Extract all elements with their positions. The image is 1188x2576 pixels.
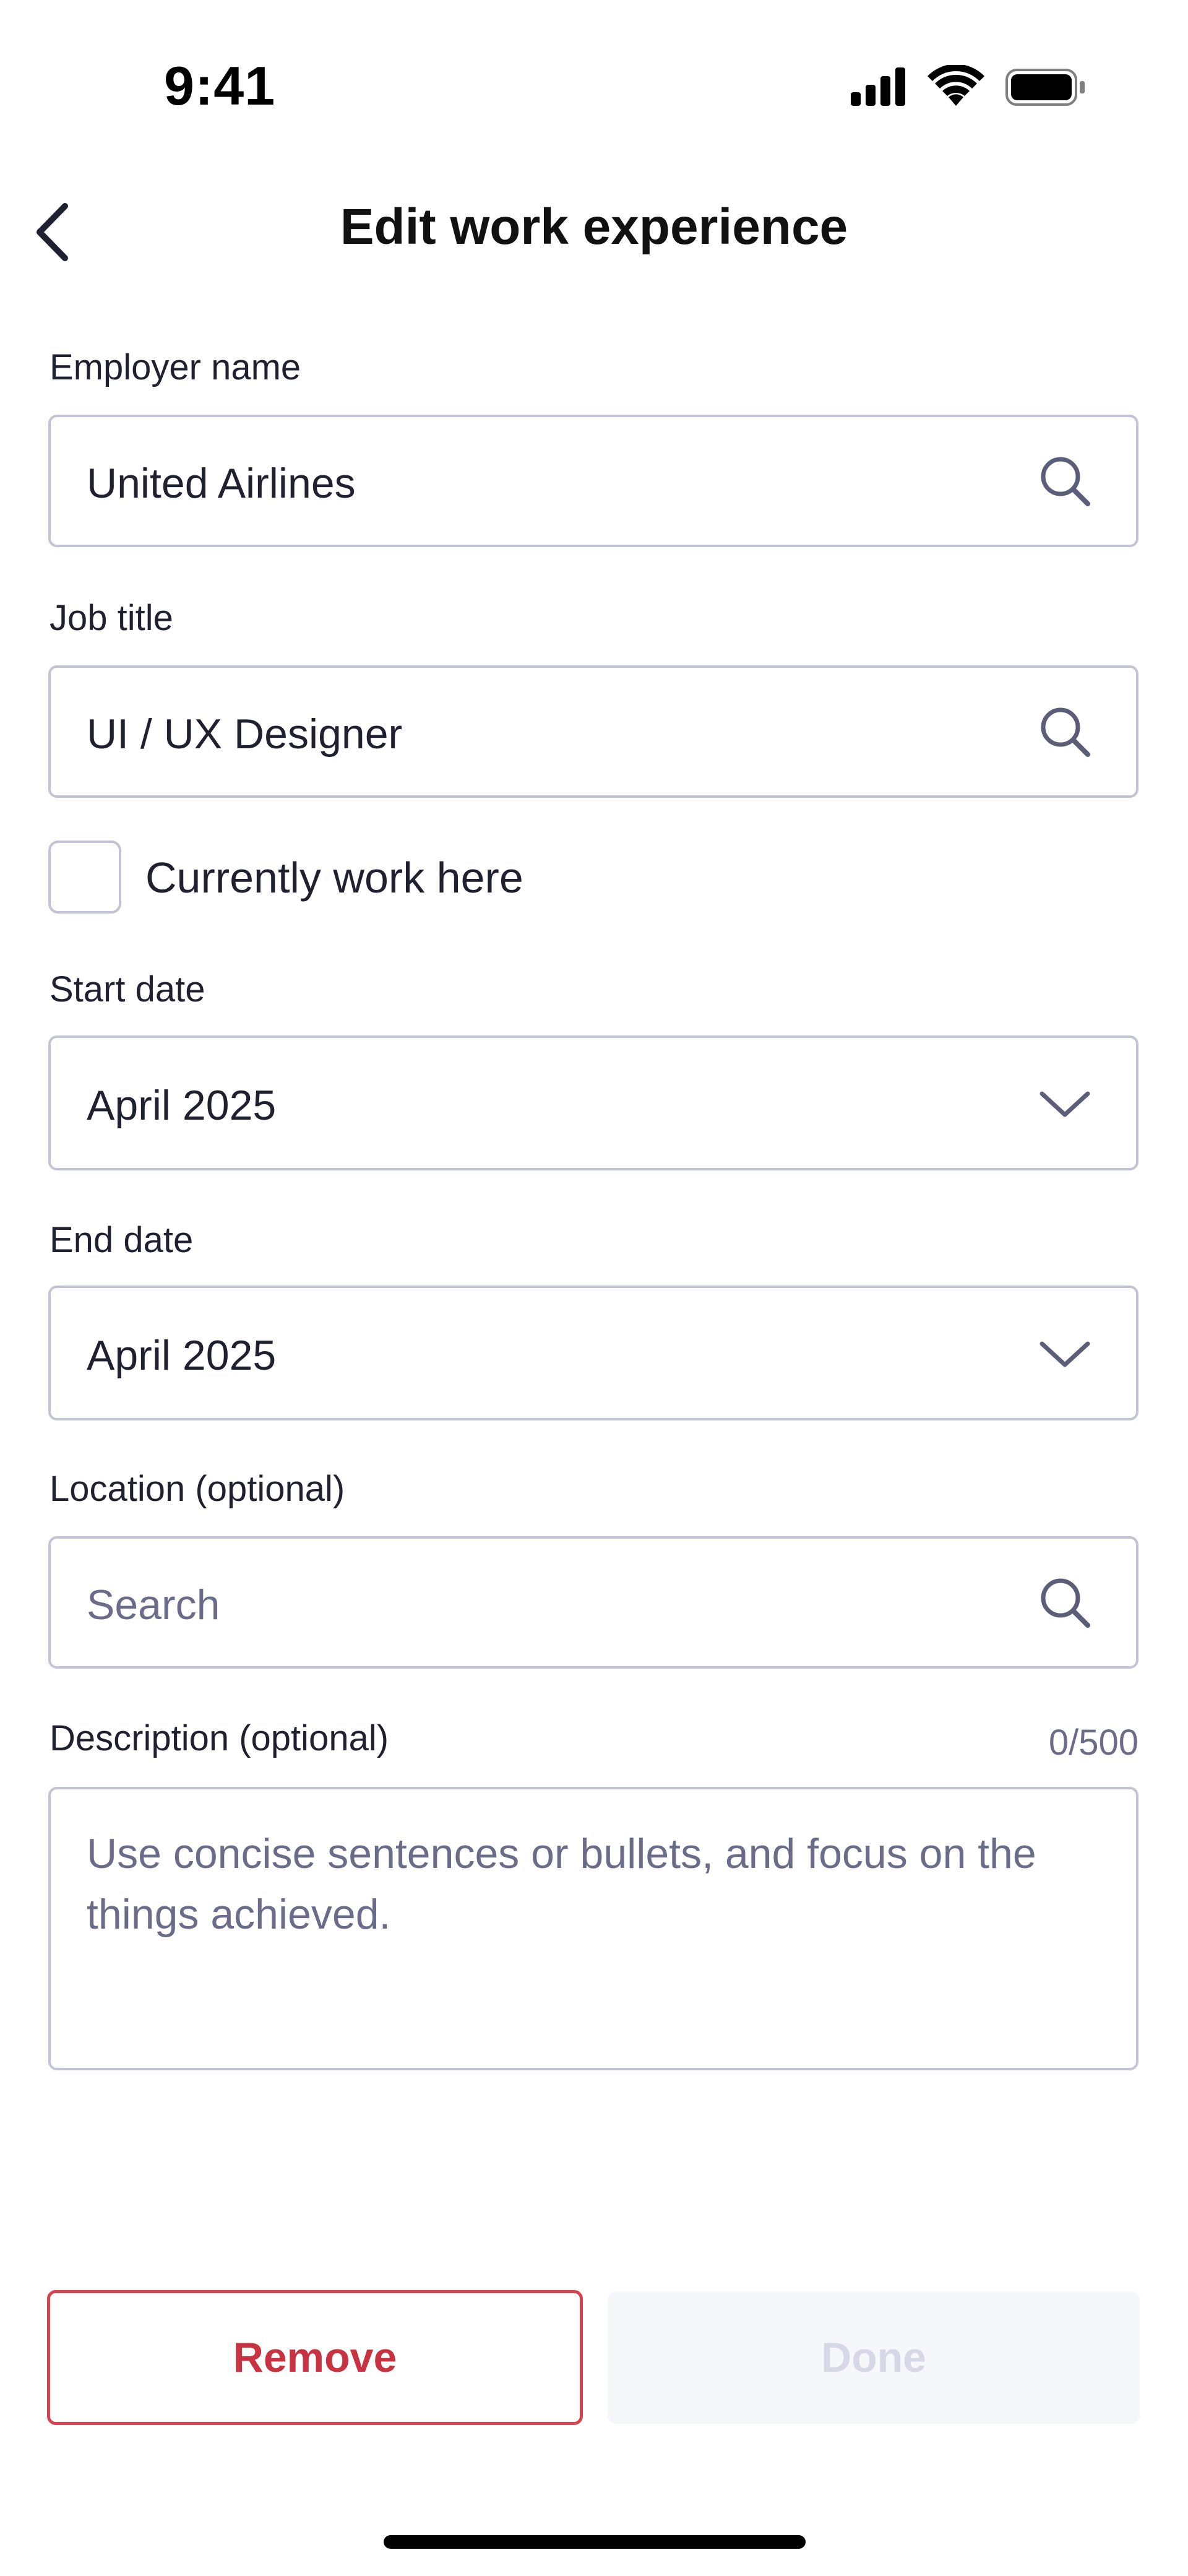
end-date-select[interactable]: April 2025: [48, 1286, 1138, 1420]
employer-name-field[interactable]: United Airlines: [48, 415, 1138, 547]
chevron-down-icon: [1040, 1341, 1090, 1367]
description-placeholder: Use concise sentences or bullets, and fo…: [87, 1830, 1036, 1938]
description-label: Description (optional): [50, 1718, 389, 1758]
employer-name-label: Employer name: [50, 347, 301, 387]
done-button[interactable]: Done: [608, 2291, 1140, 2424]
battery-icon: [1005, 69, 1085, 106]
job-title-value: UI / UX Designer: [87, 711, 403, 758]
search-icon: [1041, 1578, 1090, 1628]
wifi-icon: [928, 65, 984, 106]
end-date-label: End date: [50, 1220, 194, 1260]
end-date-value: April 2025: [87, 1332, 277, 1379]
chevron-left-icon: [37, 203, 68, 261]
employer-name-value: United Airlines: [87, 460, 356, 507]
cellular-signal-icon: [851, 67, 905, 106]
currently-work-here-label[interactable]: Currently work here: [145, 853, 523, 902]
status-icons: [851, 65, 1085, 106]
description-textarea[interactable]: Use concise sentences or bullets, and fo…: [48, 1787, 1138, 2070]
status-time: 9:41: [164, 55, 276, 116]
start-date-select[interactable]: April 2025: [48, 1035, 1138, 1170]
remove-button[interactable]: Remove: [47, 2290, 583, 2425]
currently-work-here-checkbox[interactable]: [48, 841, 121, 914]
location-placeholder: Search: [87, 1581, 220, 1628]
description-char-counter: 0/500: [1048, 1722, 1138, 1763]
back-button[interactable]: [19, 192, 87, 272]
job-title-label: Job title: [50, 598, 173, 638]
location-search-field[interactable]: Search: [48, 1536, 1138, 1669]
page-title: Edit work experience: [340, 199, 848, 255]
job-title-field[interactable]: UI / UX Designer: [48, 665, 1138, 798]
chevron-down-icon: [1040, 1091, 1090, 1117]
search-icon: [1041, 707, 1090, 757]
location-label: Location (optional): [50, 1469, 345, 1509]
start-date-label: Start date: [50, 969, 205, 1009]
search-icon: [1041, 457, 1090, 506]
home-indicator: [384, 2535, 806, 2549]
start-date-value: April 2025: [87, 1082, 277, 1129]
